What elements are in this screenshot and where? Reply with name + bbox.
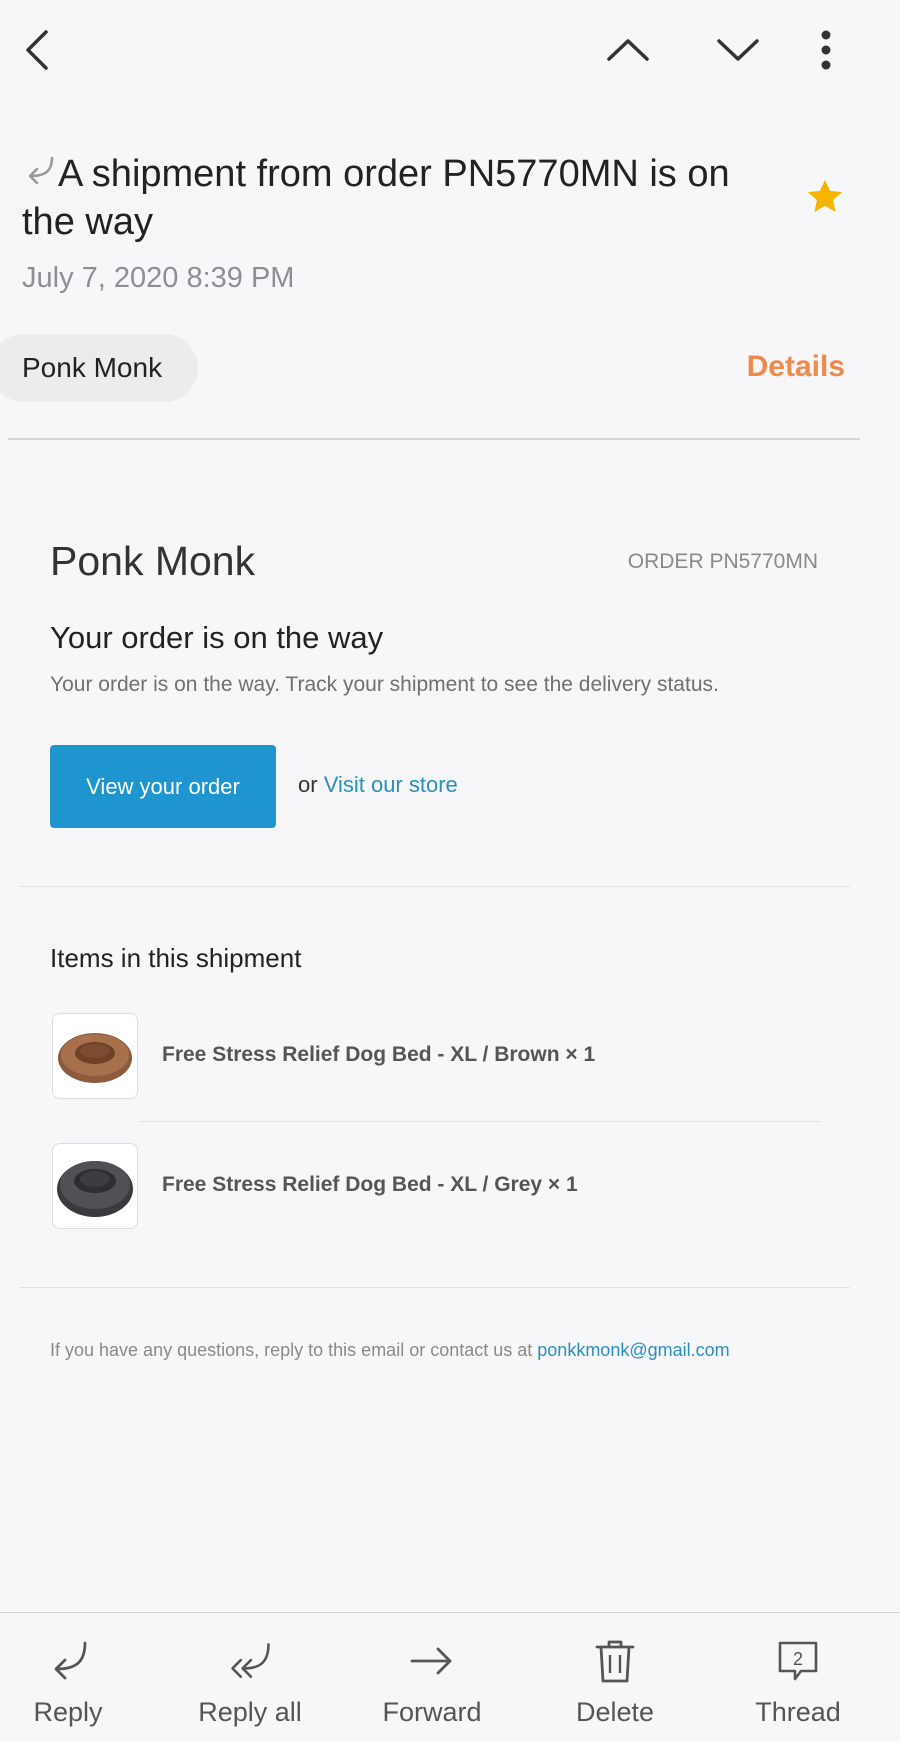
header-divider (8, 438, 860, 440)
visit-store-link[interactable]: Visit our store (324, 772, 458, 797)
email-headline: Your order is on the way (50, 620, 384, 655)
order-number: ORDER PN5770MN (627, 550, 818, 573)
forward-label: Forward (382, 1697, 482, 1727)
bottom-action-bar: Reply Reply all Forward Delete 2 Thread (0, 1612, 900, 1742)
footer-text: If you have any questions, reply to this… (50, 1340, 533, 1360)
forward-button[interactable]: Forward (362, 1613, 502, 1742)
trash-icon (591, 1637, 639, 1685)
star-icon[interactable] (804, 176, 846, 218)
chevron-down-icon[interactable] (710, 22, 766, 78)
reply-all-label: Reply all (198, 1697, 302, 1727)
thread-button[interactable]: 2 Thread (730, 1613, 866, 1742)
thread-icon: 2 (774, 1637, 822, 1685)
contact-email-link[interactable]: ponkkmonk@gmail.com (537, 1340, 729, 1360)
brown-dog-bed-image (52, 1013, 138, 1099)
item-name: Free Stress Relief Dog Bed - XL / Grey ×… (162, 1173, 578, 1196)
view-order-button[interactable]: View your order (50, 745, 276, 828)
back-arrow-icon[interactable] (10, 22, 66, 78)
replied-icon (22, 152, 56, 186)
reply-all-icon (226, 1637, 274, 1685)
reply-all-button[interactable]: Reply all (180, 1613, 320, 1742)
email-view: A shipment from order PN5770MN is on the… (0, 0, 900, 1742)
top-bar (0, 0, 900, 100)
section-divider (20, 886, 850, 887)
delete-button[interactable]: Delete (550, 1613, 680, 1742)
email-description: Your order is on the way. Track your shi… (50, 673, 719, 696)
forward-icon (408, 1637, 456, 1685)
more-vertical-icon[interactable] (798, 22, 854, 78)
list-item[interactable]: Free Stress Relief Dog Bed - XL / Brown … (52, 1013, 832, 1099)
thread-count: 2 (793, 1649, 803, 1669)
list-item[interactable]: Free Stress Relief Dog Bed - XL / Grey ×… (52, 1143, 832, 1229)
thread-label: Thread (755, 1697, 841, 1727)
or-text: or (298, 772, 318, 797)
sender-name: Ponk Monk (22, 352, 163, 383)
email-date: July 7, 2020 8:39 PM (22, 262, 295, 294)
item-name: Free Stress Relief Dog Bed - XL / Brown … (162, 1043, 596, 1066)
email-subject: A shipment from order PN5770MN is on the… (22, 150, 782, 246)
subject-text: A shipment from order PN5770MN is on the… (22, 153, 730, 243)
delete-label: Delete (575, 1697, 655, 1727)
details-link[interactable]: Details (747, 350, 845, 384)
reply-icon (44, 1637, 92, 1685)
footer-note: If you have any questions, reply to this… (50, 1340, 730, 1361)
item-divider (140, 1121, 820, 1122)
shop-name: Ponk Monk (50, 538, 256, 584)
grey-dog-bed-image (52, 1143, 138, 1229)
chevron-up-icon[interactable] (600, 22, 656, 78)
section-divider (20, 1287, 850, 1288)
or-visit-store: or Visit our store (298, 772, 458, 798)
sender-chip[interactable]: Ponk Monk (0, 334, 199, 402)
reply-button[interactable]: Reply (18, 1613, 118, 1742)
items-title: Items in this shipment (50, 943, 302, 973)
view-order-label: View your order (86, 773, 240, 799)
reply-label: Reply (33, 1697, 103, 1727)
